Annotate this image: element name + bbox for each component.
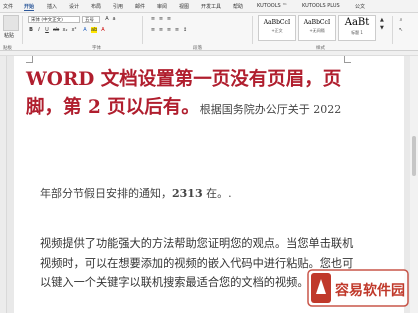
note-end: 在。. bbox=[202, 187, 232, 200]
ribbon-tab-bar: 文件 开始 插入 设计 布局 引用 邮件 审阅 视图 开发工具 帮助 KUTOO… bbox=[0, 0, 418, 13]
heading-line-2: 脚，第 2 页以后有。根据国务院办公厅关于 2022 bbox=[26, 94, 356, 124]
align-right-icon[interactable]: ≡ bbox=[166, 27, 172, 33]
tab-mailings[interactable]: 邮件 bbox=[135, 3, 145, 10]
subscript-icon[interactable]: x₂ bbox=[62, 27, 68, 33]
group-divider bbox=[252, 16, 253, 44]
strikethrough-icon[interactable]: ab bbox=[53, 27, 59, 33]
style-name: +正文 bbox=[271, 28, 283, 33]
tab-kutools-plus[interactable]: KUTOOLS PLUS bbox=[302, 3, 340, 9]
style-normal[interactable]: AaBbCcI +正文 bbox=[258, 15, 296, 41]
margin-corner-mark bbox=[344, 56, 351, 63]
tab-design[interactable]: 设计 bbox=[69, 3, 79, 10]
tab-file[interactable]: 文件 bbox=[3, 3, 13, 10]
tab-layout[interactable]: 布局 bbox=[91, 3, 101, 10]
line-spacing-icon[interactable]: ↕ bbox=[182, 27, 188, 33]
scrollbar-thumb[interactable] bbox=[412, 136, 416, 176]
justify-icon[interactable]: ≡ bbox=[174, 27, 180, 33]
heading-note: 根据国务院办公厅关于 2022 bbox=[199, 103, 342, 116]
styles-scroll-up-icon[interactable]: ▲ bbox=[380, 17, 384, 23]
highlight-icon[interactable]: ab bbox=[91, 27, 97, 33]
vertical-scrollbar[interactable] bbox=[410, 56, 418, 313]
margin-corner-mark bbox=[26, 56, 33, 63]
tab-insert[interactable]: 插入 bbox=[47, 3, 57, 10]
align-center-icon[interactable]: ≡ bbox=[158, 27, 164, 33]
numbering-icon[interactable]: ≡ bbox=[158, 16, 164, 22]
tab-home[interactable]: 开始 bbox=[24, 3, 35, 11]
tab-review[interactable]: 审阅 bbox=[157, 3, 167, 10]
font-size-select[interactable]: 五号 bbox=[82, 16, 100, 23]
italic-icon[interactable]: I bbox=[36, 27, 42, 33]
shrink-font-icon[interactable]: a bbox=[111, 16, 117, 22]
document-heading[interactable]: WORD 文档设置第一页没有页眉，页 脚，第 2 页以后有。根据国务院办公厅关于… bbox=[26, 66, 356, 124]
group-divider bbox=[22, 16, 23, 44]
note-text: 年部分节假日安排的通知， bbox=[40, 187, 172, 200]
font-color-icon[interactable]: A bbox=[100, 27, 106, 33]
style-no-spacing[interactable]: AaBbCcI +无间隔 bbox=[298, 15, 336, 41]
style-sample: AaBt bbox=[344, 17, 370, 28]
style-name: +无间隔 bbox=[309, 28, 325, 33]
note-number: 2313 bbox=[172, 187, 203, 200]
ribbon-home: 粘贴 贴板 宋体 (中文正文) 五号 A a B I U ab x₂ x² A … bbox=[0, 13, 418, 51]
grow-font-icon[interactable]: A bbox=[104, 16, 110, 22]
style-sample: AaBbCcI bbox=[263, 19, 291, 26]
text-effects-icon[interactable]: A bbox=[82, 27, 88, 33]
watermark-text: 容易软件园 bbox=[334, 282, 405, 299]
styles-scroll-down-icon[interactable]: ▼ bbox=[380, 25, 384, 31]
style-name: 标题 1 bbox=[351, 30, 363, 35]
tab-view[interactable]: 视图 bbox=[179, 3, 189, 10]
align-left-icon[interactable]: ≡ bbox=[150, 27, 156, 33]
heading-line-2-text: 脚，第 2 页以后有。 bbox=[26, 97, 200, 118]
tab-references[interactable]: 引用 bbox=[113, 3, 123, 10]
paste-button[interactable]: 粘贴 bbox=[4, 32, 14, 39]
font-name-select[interactable]: 宋体 (中文正文) bbox=[28, 16, 80, 23]
heading-line-1: WORD 文档设置第一页没有页眉，页 bbox=[26, 69, 342, 90]
underline-icon[interactable]: U bbox=[44, 27, 50, 33]
find-icon[interactable]: ⌕ bbox=[398, 17, 404, 23]
tab-help[interactable]: 帮助 bbox=[233, 3, 243, 10]
bold-icon[interactable]: B bbox=[28, 27, 34, 33]
style-heading-1[interactable]: AaBt 标题 1 bbox=[338, 15, 376, 41]
multilevel-list-icon[interactable]: ≡ bbox=[166, 16, 172, 22]
tab-developer[interactable]: 开发工具 bbox=[201, 3, 221, 10]
tab-gongwen[interactable]: 公文 bbox=[355, 3, 365, 10]
group-divider bbox=[392, 16, 393, 44]
select-icon[interactable]: ↖ bbox=[398, 27, 404, 33]
tab-kutools[interactable]: KUTOOLS ™ bbox=[257, 3, 287, 9]
site-watermark-logo: 容易软件园 bbox=[307, 269, 409, 307]
group-divider bbox=[142, 16, 143, 44]
bullets-icon[interactable]: ≡ bbox=[150, 16, 156, 22]
superscript-icon[interactable]: x² bbox=[71, 27, 77, 33]
paste-icon[interactable] bbox=[3, 15, 19, 31]
vertical-ruler bbox=[0, 56, 7, 313]
document-note-line[interactable]: 年部分节假日安排的通知，2313 在。. bbox=[40, 188, 350, 200]
style-sample: AaBbCcI bbox=[303, 19, 331, 26]
